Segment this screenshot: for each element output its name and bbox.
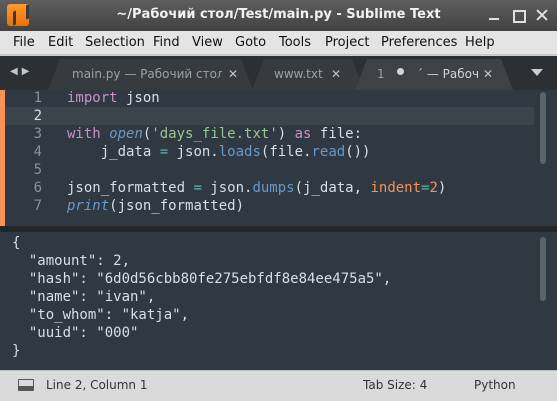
code-token: ()): [345, 144, 371, 160]
tab-nav-arrows[interactable]: ◀▶: [10, 66, 33, 77]
minimize-button[interactable]: [487, 8, 501, 22]
code-token: loads: [218, 144, 261, 160]
line-number: 5: [33, 162, 42, 178]
code-line: 5: [0, 161, 557, 179]
line-number: 1: [33, 90, 42, 106]
code-token: json.: [168, 144, 219, 160]
output-scrollbar[interactable]: [540, 237, 546, 301]
window-title: ~/Рабочий стол/Test/main.py - Sublime Te…: [116, 7, 441, 22]
menu-project[interactable]: Project: [325, 35, 369, 50]
output-line: "to_whom": "katja",: [12, 307, 190, 323]
code-editor[interactable]: 1 import json 2 3 with open('days_file.t…: [0, 90, 557, 226]
line-number: 7: [33, 198, 42, 214]
code-line: 7 print(json_formatted): [0, 197, 557, 215]
modified-dot-icon: [397, 68, 404, 75]
code-token: import: [67, 90, 118, 106]
output-line: "amount": 2,: [12, 253, 131, 269]
code-token: =: [159, 144, 169, 160]
cursor-position: Line 2, Column 1: [46, 378, 148, 392]
code-token: (json_formatted): [109, 198, 245, 214]
status-bar: Line 2, Column 1 Tab Size: 4 Python: [0, 370, 557, 401]
title-bar: ~/Рабочий стол/Test/main.py - Sublime Te…: [0, 0, 557, 31]
editor-scrollbar[interactable]: [540, 92, 546, 164]
menu-bar: File Edit Selection Find View Goto Tools…: [0, 31, 557, 55]
code-line: 4 j_data = json.loads(file.read()): [0, 143, 557, 161]
line-number: 6: [33, 180, 42, 196]
code-token: indent: [370, 180, 422, 196]
code-token: json: [117, 90, 160, 106]
output-panel[interactable]: { "amount": 2, "hash": "6d0d56cbb80fe275…: [0, 232, 557, 370]
menu-view[interactable]: View: [192, 35, 223, 50]
code-line: 3 with open('days_file.txt') as file:: [0, 125, 557, 143]
panel-toggle-icon[interactable]: [18, 379, 34, 391]
syntax-selector[interactable]: Python: [474, 378, 516, 392]
code-token: print: [67, 198, 110, 214]
tab-untitled-active[interactable]: 1 ´ — Рабоч ✕: [355, 59, 513, 90]
output-line: "uuid": "000": [12, 325, 139, 341]
sublime-window: ~/Рабочий стол/Test/main.py - Sublime Te…: [0, 0, 557, 401]
tab-bar: ◀▶ main.py — Рабочий стол ✕ www.txt ✕ 1 …: [0, 56, 557, 90]
code-token: (j_data,: [294, 180, 371, 196]
code-token: dumps: [252, 180, 295, 196]
code-token: open: [109, 126, 143, 142]
code-token: file:: [311, 126, 363, 142]
menu-find[interactable]: Find: [153, 35, 180, 50]
tab-dropdown-icon[interactable]: [531, 69, 543, 76]
tab-close-icon[interactable]: ✕: [331, 67, 341, 81]
tab-label-active: ´ — Рабоч: [417, 67, 479, 81]
menu-preferences[interactable]: Preferences: [381, 35, 457, 50]
output-line: "name": "ivan",: [12, 289, 156, 305]
code-token: json.: [201, 180, 253, 196]
output-line: }: [12, 343, 21, 359]
menu-goto[interactable]: Goto: [235, 35, 266, 50]
tab-close-icon[interactable]: ✕: [228, 67, 238, 81]
maximize-button[interactable]: [511, 8, 526, 23]
close-window-button[interactable]: [535, 8, 549, 22]
line-number: 3: [33, 126, 42, 142]
tab-www-txt[interactable]: www.txt ✕: [252, 59, 364, 90]
menu-help[interactable]: Help: [465, 35, 495, 50]
code-token: =: [193, 180, 202, 196]
code-token: 2: [429, 180, 438, 196]
tab-size-selector[interactable]: Tab Size: 4: [363, 378, 427, 392]
tab-label: main.py — Рабочий стол: [72, 67, 222, 81]
tab-label: www.txt: [274, 67, 323, 81]
menu-edit[interactable]: Edit: [48, 35, 73, 50]
code-line: 6 json_formatted = json.dumps(j_data, in…: [0, 179, 557, 197]
code-token: json_formatted: [67, 180, 194, 196]
output-line: {: [12, 235, 21, 251]
tab-main-py[interactable]: main.py — Рабочий стол ✕: [48, 59, 253, 90]
code-token: as: [294, 126, 312, 142]
tab-close-icon[interactable]: ✕: [483, 67, 493, 81]
tab-label: 1: [377, 67, 385, 81]
menu-tools[interactable]: Tools: [279, 35, 311, 50]
code-token: with: [67, 126, 101, 142]
code-token: ): [437, 180, 447, 196]
code-token: 'days_file.txt': [151, 126, 278, 142]
code-line: 2: [0, 107, 557, 125]
code-token: j_data: [67, 144, 160, 160]
line-number: 2: [33, 108, 42, 124]
output-line: "hash": "6d0d56cbb80fe275ebfdf8e84ee475a…: [12, 271, 392, 287]
menu-selection[interactable]: Selection: [85, 35, 145, 50]
menu-file[interactable]: File: [13, 35, 35, 50]
code-token: read: [311, 144, 346, 160]
line-number: 4: [33, 144, 42, 160]
code-line: 1 import json: [0, 89, 557, 107]
code-token: (file.: [260, 144, 312, 160]
